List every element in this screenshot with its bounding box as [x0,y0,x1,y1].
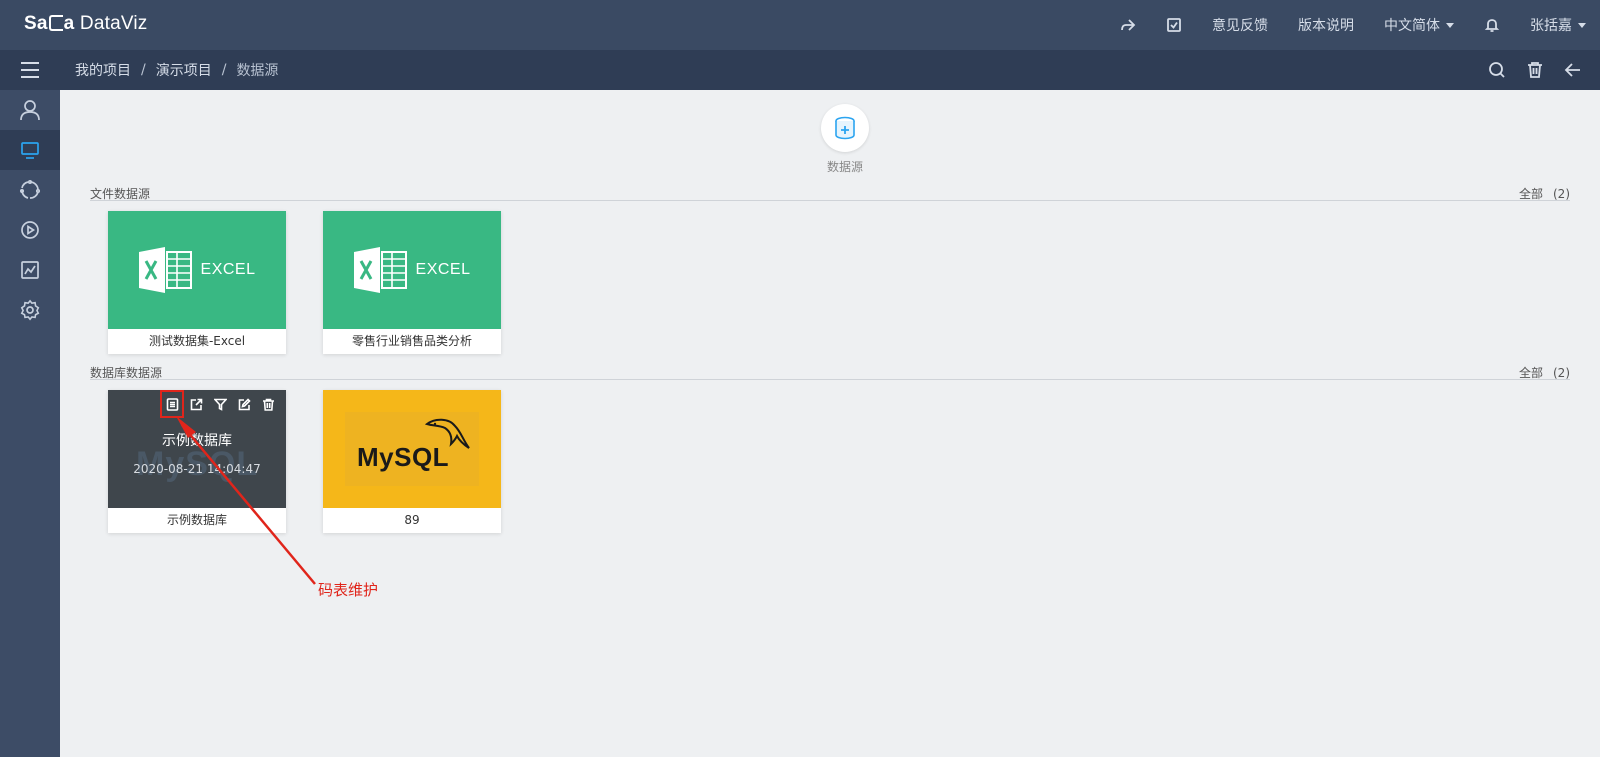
excel-logo-icon [353,247,407,293]
show-all-label: 全部 [1518,366,1543,380]
database-add-icon [821,104,869,152]
settings-icon [20,299,40,321]
breadcrumb-separator: / [221,62,227,78]
logo-text-dataviz: DataViz [74,13,148,34]
datasource-card-hovered[interactable]: MySQL 示例数据库 2020-08-21 14:04:47 示例数据库 [108,390,286,533]
top-right-menu: 意见反馈 版本说明 中文简体 张括嘉 [1090,0,1586,50]
sidebar-item-chart[interactable] [0,250,60,290]
logo-text-a: a [63,13,75,34]
user-menu[interactable]: 张括嘉 [1530,15,1586,35]
logo-c-mark [48,15,63,31]
excel-logo-text: EXCEL [200,261,256,278]
file-datasource-section-header: 文件数据源 全部 (2) [90,183,1570,201]
delete-icon[interactable] [260,396,276,412]
chevron-down-icon [1446,22,1454,28]
share-icon[interactable] [1120,17,1136,33]
sidebar-item-datasource[interactable] [0,130,60,170]
play-icon [21,221,39,239]
user-icon [20,100,40,121]
datasource-card[interactable]: EXCEL 零售行业销售品类分析 [323,211,501,354]
show-all-link[interactable]: 全部 (2) [1519,185,1570,202]
show-all-label: 全部 [1518,187,1543,201]
language-label: 中文简体 [1384,18,1440,34]
mysql-logo-panel: MySQL [345,412,479,486]
left-sidebar [0,90,60,757]
breadcrumb: 我的项目 / 演示项目 / 数据源 [75,50,278,90]
app-logo[interactable]: Sa a DataViz [24,13,148,35]
card-name: 89 [404,513,420,527]
back-arrow-icon[interactable] [1564,61,1582,79]
edit-icon[interactable] [236,396,252,412]
export-icon[interactable] [188,396,204,412]
filter-icon[interactable] [212,396,228,412]
datasource-card[interactable]: EXCEL 测试数据集-Excel [108,211,286,354]
section-title: 数据库数据源 [90,366,163,380]
breadcrumb-separator: / [141,62,146,78]
sidebar-item-play[interactable] [0,210,60,250]
section-count: (2) [1553,366,1570,380]
annotation-highlight-box [160,390,184,418]
excel-logo-text: EXCEL [415,261,471,278]
card-name: 示例数据库 [166,513,227,527]
sub-bar: 我的项目 / 演示项目 / 数据源 [0,50,1600,90]
card-name: 测试数据集-Excel [148,334,246,348]
section-count: (2) [1553,187,1570,201]
breadcrumb-datasource: 数据源 [236,63,279,79]
add-datasource-label: 数据源 [826,160,863,174]
database-thumbnail-overlay: MySQL 示例数据库 2020-08-21 14:04:47 [108,390,286,508]
breadcrumb-my-projects[interactable]: 我的项目 [75,60,131,80]
excel-thumbnail: EXCEL [108,211,286,329]
logo-text-sa: Sa [24,13,48,34]
search-icon[interactable] [1488,61,1506,79]
checkbox-icon[interactable] [1166,17,1182,33]
monitor-icon [21,142,39,159]
bell-icon[interactable] [1484,17,1500,33]
mysql-thumbnail: MySQL [323,390,501,508]
chart-icon [21,261,39,279]
feedback-link[interactable]: 意见反馈 [1212,15,1268,35]
add-datasource-button[interactable]: 数据源 [805,104,885,175]
release-notes-link[interactable]: 版本说明 [1298,15,1354,35]
card-name: 零售行业销售品类分析 [351,334,472,348]
sidebar-item-flow[interactable] [0,170,60,210]
cycle-icon [19,179,41,199]
overlay-title: 示例数据库 [162,433,232,449]
sidebar-item-user[interactable] [0,90,60,130]
annotation-label: 码表维护 [318,581,379,599]
datasource-card[interactable]: MySQL 89 [323,390,501,533]
show-all-link[interactable]: 全部 (2) [1519,364,1570,381]
main-content: 数据源 文件数据源 全部 (2) EXCEL 测试数据集-Excel EXCEL… [60,90,1600,757]
chevron-down-icon [1578,22,1586,28]
toolbar-actions [1468,50,1582,90]
user-name: 张括嘉 [1530,18,1572,34]
dolphin-icon [424,418,470,449]
language-dropdown[interactable]: 中文简体 [1384,15,1454,35]
section-title: 文件数据源 [90,187,151,201]
excel-logo-icon [138,247,192,293]
top-bar: Sa a DataViz 意见反馈 版本说明 中文简体 张括嘉 [0,0,1600,50]
overlay-date: 2020-08-21 14:04:47 [133,462,261,476]
database-datasource-section-header: 数据库数据源 全部 (2) [90,362,1570,380]
trash-icon[interactable] [1526,61,1544,79]
excel-thumbnail: EXCEL [323,211,501,329]
hamburger-menu-icon[interactable] [0,50,60,90]
sidebar-item-settings[interactable] [0,290,60,330]
breadcrumb-demo-project[interactable]: 演示项目 [156,60,212,80]
